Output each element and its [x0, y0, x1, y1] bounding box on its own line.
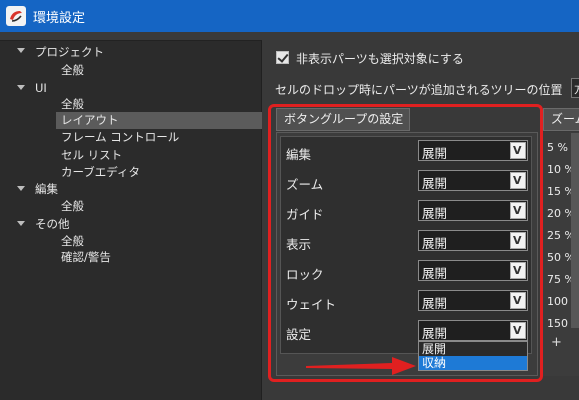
guide-mode-select[interactable]: 展開 V: [418, 200, 528, 221]
dropdown-arrow-icon[interactable]: V: [510, 232, 526, 249]
row-label-display: 表示: [286, 237, 312, 252]
window-title: 環境設定: [33, 10, 86, 26]
dropdown-option-collapse[interactable]: 収納: [419, 356, 527, 370]
row-label-guide: ガイド: [286, 207, 324, 222]
row-label-settings: 設定: [286, 327, 312, 342]
pointer-arrow-icon: [306, 357, 416, 375]
row-label-lock: ロック: [286, 267, 324, 282]
select-value: 展開: [422, 206, 448, 221]
lock-mode-select[interactable]: 展開 V: [418, 260, 528, 281]
tree-item-other-general[interactable]: 全般: [61, 233, 84, 250]
select-value: 展開: [422, 176, 448, 191]
hidden-parts-checkbox[interactable]: [276, 51, 289, 64]
hidden-parts-label: 非表示パーツも選択対象にする: [296, 52, 464, 66]
tab-zoom[interactable]: ズーム: [543, 108, 579, 131]
tree-item-curve-editor[interactable]: カーブエディタ: [61, 164, 140, 181]
drop-position-label: セルのドロップ時にパーツが追加されるツリーの位置: [275, 83, 563, 97]
select-value: 展開: [422, 296, 448, 311]
drop-position-select[interactable]: 方: [571, 78, 579, 98]
expand-caret-icon[interactable]: [17, 48, 25, 53]
add-zoom-button[interactable]: +: [551, 335, 562, 350]
dropdown-arrow-icon[interactable]: V: [510, 172, 526, 189]
dropdown-arrow-icon[interactable]: V: [510, 262, 526, 279]
display-mode-select[interactable]: 展開 V: [418, 230, 528, 251]
dropdown-option-expand[interactable]: 展開: [419, 342, 527, 356]
dropdown-arrow-icon[interactable]: V: [510, 202, 526, 219]
tree-item-project-general[interactable]: 全般: [61, 62, 84, 79]
row-label-edit: 編集: [286, 147, 312, 162]
dropdown-arrow-icon[interactable]: V: [510, 322, 526, 339]
expand-caret-icon[interactable]: [17, 85, 25, 90]
select-value: 展開: [422, 236, 448, 251]
settings-category-tree[interactable]: プロジェクト 全般 UI 全般 レイアウト フレーム コントロール セル リスト…: [0, 40, 262, 400]
settings-mode-select[interactable]: 展開 V: [418, 320, 528, 341]
row-label-weight: ウェイト: [286, 297, 337, 312]
tree-item-ui[interactable]: UI: [35, 80, 47, 97]
tree-item-frame-control[interactable]: フレーム コントロール: [61, 129, 179, 146]
tree-item-project[interactable]: プロジェクト: [35, 44, 104, 61]
tree-item-ui-general[interactable]: 全般: [61, 96, 84, 113]
drop-position-value: 方: [574, 81, 579, 97]
tree-item-edit-general[interactable]: 全般: [61, 198, 84, 215]
title-bar: 環境設定: [0, 0, 579, 32]
dropdown-arrow-icon[interactable]: V: [510, 292, 526, 309]
app-logo-icon: [6, 6, 26, 26]
tree-item-confirm-warning[interactable]: 確認/警告: [61, 249, 111, 266]
zoom-list-scrollbar[interactable]: [571, 133, 579, 328]
tab-button-group-settings[interactable]: ボタングループの設定: [276, 108, 410, 131]
settings-mode-dropdown-list[interactable]: 展開 収納: [418, 341, 528, 371]
select-value: 展開: [422, 266, 448, 281]
tree-item-cell-list[interactable]: セル リスト: [61, 147, 122, 164]
weight-mode-select[interactable]: 展開 V: [418, 290, 528, 311]
row-label-zoom: ズーム: [286, 177, 324, 192]
dropdown-arrow-icon[interactable]: V: [510, 142, 526, 159]
tree-item-edit[interactable]: 編集: [35, 181, 58, 198]
edit-mode-select[interactable]: 展開 V: [418, 140, 528, 161]
select-value: 展開: [422, 146, 448, 161]
tree-item-layout[interactable]: レイアウト: [56, 112, 262, 129]
zoom-mode-select[interactable]: 展開 V: [418, 170, 528, 191]
tree-item-other[interactable]: その他: [35, 216, 70, 233]
expand-caret-icon[interactable]: [17, 221, 25, 226]
select-value: 展開: [422, 326, 448, 341]
expand-caret-icon[interactable]: [17, 186, 25, 191]
zoom-level-item[interactable]: 5 %: [547, 141, 568, 154]
